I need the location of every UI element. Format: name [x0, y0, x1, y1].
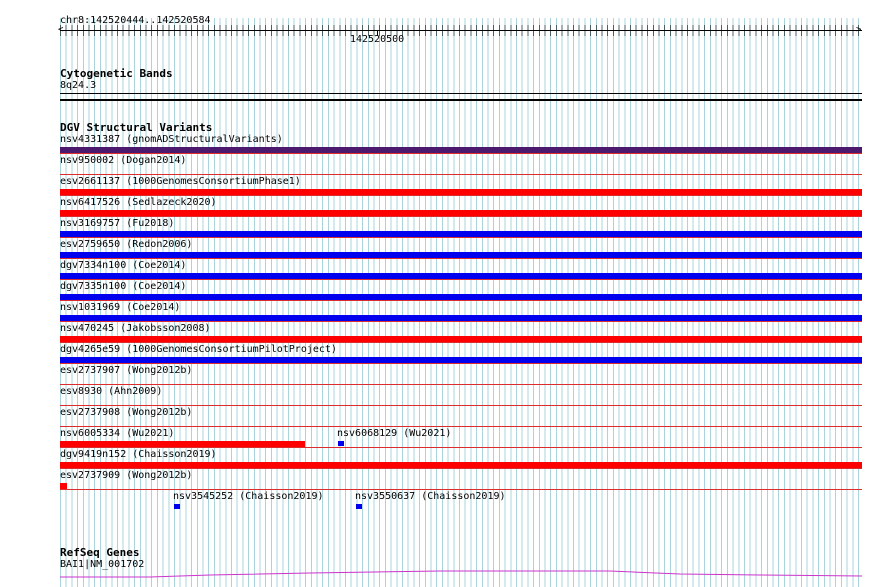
dgv-variant-label: nsv470245 (Jakobsson2008): [60, 323, 211, 334]
dgv-variant-label: esv2737908 (Wong2012b): [60, 407, 193, 418]
dgv-variant-label: nsv3550637 (Chaisson2019): [355, 491, 506, 502]
ruler-line: [60, 30, 862, 31]
dgv-variant-feature[interactable]: [356, 504, 362, 509]
dgv-variant-label: esv2737909 (Wong2012b): [60, 470, 193, 481]
dgv-row-divider: [60, 426, 862, 427]
dgv-row-divider: [60, 258, 862, 259]
dgv-row-divider: [60, 237, 862, 238]
dgv-variant-label: esv2661137 (1000GenomesConsortiumPhase1): [60, 176, 301, 187]
dgv-row-divider: [60, 279, 862, 280]
dgv-variant-label: esv2759650 (Redon2006): [60, 239, 193, 250]
dgv-row-divider: [60, 321, 862, 322]
dgv-row-divider: [60, 447, 862, 448]
dgv-row-divider: [60, 195, 862, 196]
track-separator: [60, 99, 862, 101]
dgv-variant-label: nsv3545252 (Chaisson2019): [173, 491, 324, 502]
cytoband-label: 8q24.3: [60, 80, 97, 91]
dgv-row-divider: [60, 174, 862, 175]
dgv-variant-label: dgv7334n100 (Coe2014): [60, 260, 187, 271]
dgv-row-divider: [60, 216, 862, 217]
dgv-variant-label: dgv4265e59 (1000GenomesConsortiumPilotPr…: [60, 344, 337, 355]
refseq-gene-model[interactable]: [60, 568, 862, 578]
dgv-variant-label: nsv6068129 (Wu2021): [337, 428, 452, 439]
dgv-track-title[interactable]: DGV Structural Variants: [60, 121, 212, 134]
dgv-variant-label: nsv950002 (Dogan2014): [60, 155, 187, 166]
cytoband-bar[interactable]: [60, 93, 862, 94]
dgv-variant-label: nsv6417526 (Sedlazeck2020): [60, 197, 217, 208]
dgv-variant-label: nsv1031969 (Coe2014): [60, 302, 181, 313]
dgv-row-divider: [60, 300, 862, 301]
scroll-right-icon[interactable]: >: [856, 26, 861, 35]
dgv-variant-label: nsv3169757 (Fu2018): [60, 218, 175, 229]
dgv-variant-label: esv2737907 (Wong2012b): [60, 365, 193, 376]
dgv-row-divider: [60, 342, 862, 343]
cytobands-track-title[interactable]: Cytogenetic Bands: [60, 67, 173, 80]
dgv-variant-label: esv8930 (Ahn2009): [60, 386, 163, 397]
refseq-track-title[interactable]: RefSeq Genes: [60, 546, 139, 559]
dgv-variant-label: dgv7335n100 (Coe2014): [60, 281, 187, 292]
dgv-row-divider: [60, 153, 862, 154]
dgv-row-divider: [60, 405, 862, 406]
dgv-variant-label: dgv9419n152 (Chaisson2019): [60, 449, 217, 460]
dgv-row-divider: [60, 363, 862, 364]
ruler-major-tick: [377, 31, 378, 36]
dgv-variant-label: nsv4331387 (gnomADStructuralVariants): [60, 134, 283, 145]
scroll-left-icon[interactable]: <: [58, 26, 63, 35]
dgv-row-divider: [60, 384, 862, 385]
dgv-row-divider: [60, 489, 862, 490]
dgv-row-divider: [60, 468, 862, 469]
dgv-variant-feature[interactable]: [338, 441, 344, 446]
dgv-variant-feature[interactable]: [174, 504, 180, 509]
dgv-variant-label: nsv6005334 (Wu2021): [60, 428, 175, 439]
